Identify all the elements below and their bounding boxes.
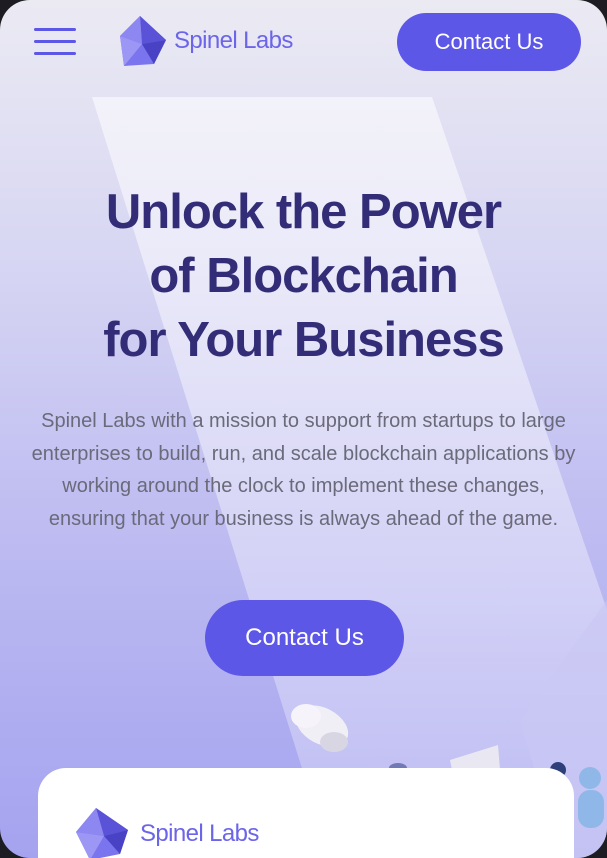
spinel-gem-icon [120,16,166,66]
header-contact-button[interactable]: Contact Us [397,13,581,71]
cloud-icon [291,704,349,752]
app-frame: Spinel Labs Contact Us Unlock the Power … [0,0,607,858]
hero-title-line: of Blockchain [149,249,458,303]
footer-card: Spinel Labs [38,768,574,858]
hero-title: Unlock the Power of Blockchain for Your … [0,180,607,372]
footer-brand-logo[interactable]: Spinel Labs [74,806,259,858]
hero-title-line: for Your Business [103,313,505,367]
brand-logo[interactable]: Spinel Labs [118,14,293,68]
logo-text: Spinel Labs [174,27,293,54]
hero-contact-button[interactable]: Contact Us [205,600,404,676]
spinel-gem-icon [76,808,128,858]
hamburger-menu-icon[interactable] [34,28,76,56]
footer-logo-text: Spinel Labs [140,820,259,847]
hero-description: Spinel Labs with a mission to support fr… [31,410,576,530]
hero-title-line: Unlock the Power [105,185,502,239]
top-header: Spinel Labs Contact Us [0,0,607,88]
